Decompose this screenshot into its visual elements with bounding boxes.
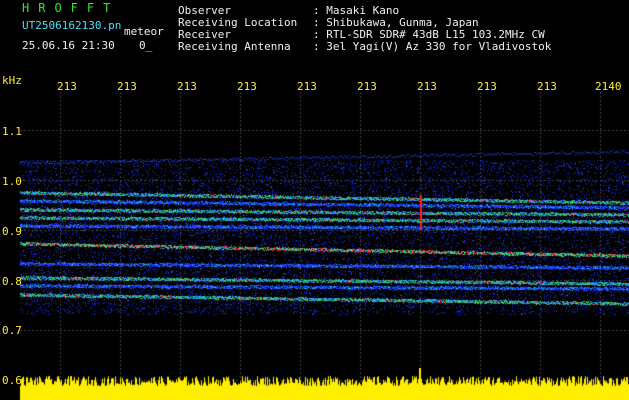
spectrogram-canvas <box>0 0 629 400</box>
brand-title: HROFFT <box>22 1 120 15</box>
counter: 0_ <box>139 39 153 52</box>
x-tick-label: 213 <box>477 80 497 93</box>
y-tick-label: 0.8 <box>2 275 22 288</box>
y-tick-label: 0.6 <box>2 374 22 387</box>
y-tick-label: 1.1 <box>2 125 22 138</box>
info-label-antenna: Receiving Antenna <box>178 40 291 53</box>
spectrogram-window: HROFFT UT2506162130.pn meteor 25.06.16 2… <box>0 0 629 400</box>
y-tick-label: 1.0 <box>2 175 22 188</box>
x-tick-label: 213 <box>57 80 77 93</box>
y-tick-label: 0.7 <box>2 324 22 337</box>
filename-suffix: meteor <box>124 25 164 38</box>
x-tick-label: 213 <box>417 80 437 93</box>
x-tick-label: 213 <box>357 80 377 93</box>
x-tick-label: 213 <box>537 80 557 93</box>
y-tick-label: 0.9 <box>2 225 22 238</box>
datetime: 25.06.16 21:30 <box>22 39 115 52</box>
x-tick-label: 2140 <box>595 80 622 93</box>
x-tick-label: 213 <box>297 80 317 93</box>
x-tick-label: 213 <box>117 80 137 93</box>
y-axis-unit: kHz <box>2 74 22 87</box>
x-tick-label: 213 <box>177 80 197 93</box>
info-value-antenna: : 3el Yagi(V) Az 330 for Vladivostok <box>313 40 552 53</box>
x-tick-label: 213 <box>237 80 257 93</box>
filename: UT2506162130.pn <box>22 19 122 32</box>
